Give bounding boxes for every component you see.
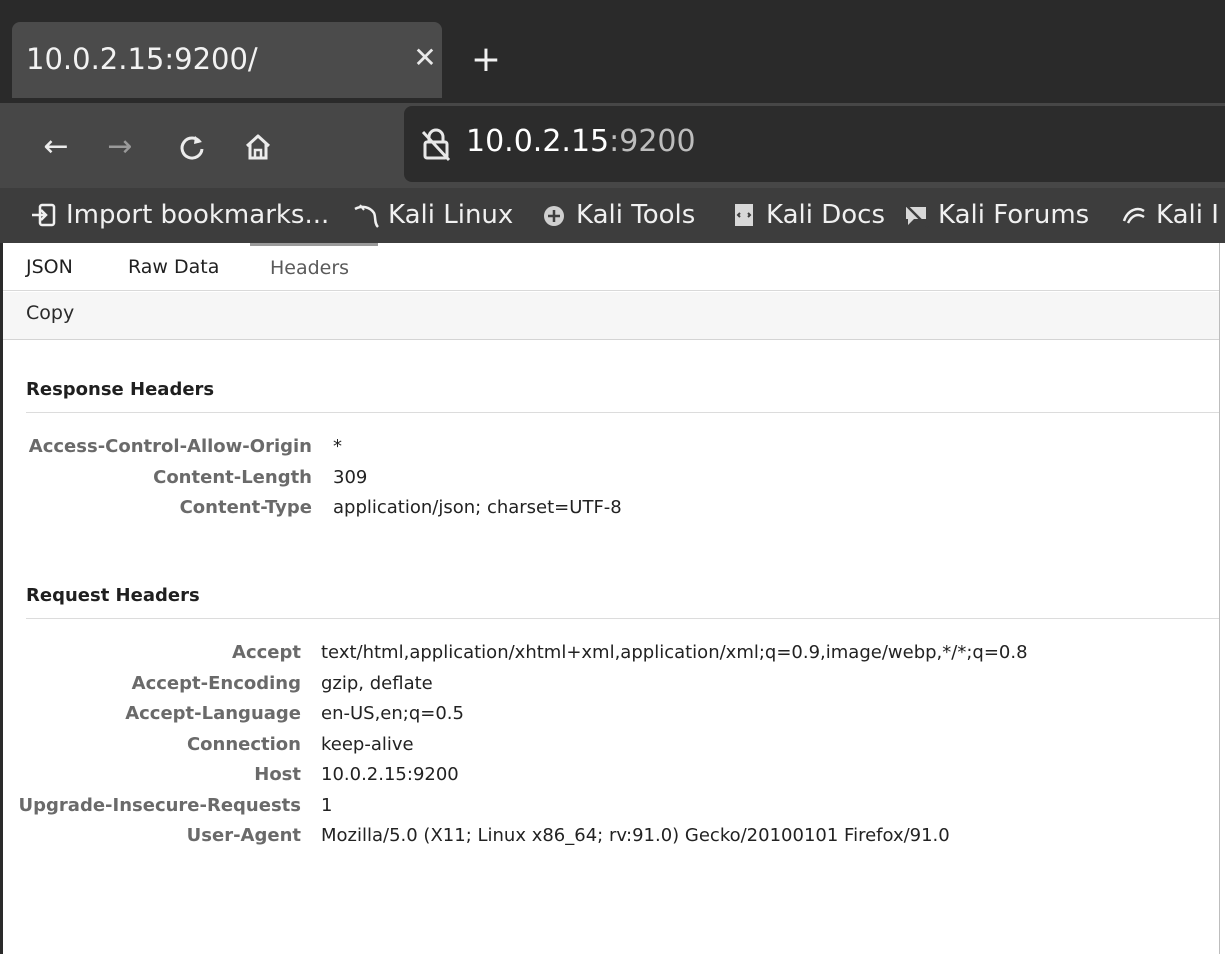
request-headers-title: Request Headers (26, 585, 200, 606)
header-row: Upgrade-Insecure-Requests 1 (0, 795, 1200, 825)
header-name: Connection (186, 733, 301, 755)
bookmark-label: Kali Forums (938, 200, 1090, 230)
header-name: Access-Control-Allow-Origin (28, 436, 312, 457)
header-name: Content-Length (153, 466, 312, 488)
header-value: 309 (333, 466, 368, 488)
header-row: Connection keep-alive (0, 734, 1200, 764)
header-row: Host 10.0.2.15:9200 (0, 764, 1200, 794)
bookmark-label: Import bookmarks... (66, 200, 330, 230)
copy-button[interactable]: Copy (26, 302, 74, 324)
header-row: Access-Control-Allow-Origin * (0, 436, 1200, 466)
bookmarks-toolbar: Import bookmarks... Kali Linux Kali Tool… (0, 188, 1225, 243)
header-name: Accept-Language (125, 703, 301, 724)
tab-title: 10.0.2.15:9200/ (26, 42, 258, 76)
kali-icon (1120, 201, 1148, 229)
arrow-right-icon[interactable]: → (100, 125, 140, 169)
section-divider (26, 412, 1219, 413)
bookmark-import[interactable]: Import bookmarks... (30, 194, 329, 236)
arrow-left-icon[interactable]: ← (36, 125, 76, 169)
header-row: User-Agent Mozilla/5.0 (X11; Linux x86_64… (0, 825, 1200, 855)
bookmark-kali-docs[interactable]: Kali Docs (730, 194, 885, 236)
header-value: gzip, deflate (321, 672, 433, 694)
header-name: Content-Type (179, 497, 312, 518)
viewer-tabs: JSON Raw Data Headers (0, 243, 1219, 291)
url-bar[interactable]: 10.0.2.15:9200 (404, 106, 1225, 182)
bookmark-label: Kali I (1156, 200, 1219, 230)
headers-toolbar: Copy (0, 292, 1219, 340)
bookmark-kali-forums[interactable]: Kali Forums (902, 194, 1089, 236)
header-row: Accept-Language en-US,en;q=0.5 (0, 703, 1200, 733)
import-icon (30, 201, 58, 229)
header-value: en-US,en;q=0.5 (321, 703, 464, 724)
browser-tab[interactable]: 10.0.2.15:9200/ ✕ (12, 22, 442, 98)
tab-headers[interactable]: Headers (250, 243, 378, 290)
plus-icon[interactable]: + (468, 40, 504, 80)
window-edge (1219, 243, 1220, 954)
header-name: Accept (232, 642, 301, 663)
header-row: Accept text/html,application/xhtml+xml,ap… (0, 642, 1200, 672)
header-value: keep-alive (321, 733, 414, 755)
header-value: application/json; charset=UTF-8 (333, 497, 622, 518)
header-name: Host (254, 764, 301, 785)
tab-json[interactable]: JSON (26, 243, 73, 290)
tab-strip: 10.0.2.15:9200/ ✕ + (0, 0, 1225, 103)
header-row: Accept-Encoding gzip, deflate (0, 673, 1200, 703)
url-text[interactable]: 10.0.2.15:9200 (466, 124, 696, 159)
bookmark-kali[interactable]: Kali I (1120, 194, 1219, 236)
header-value: * (333, 436, 342, 457)
section-divider (26, 618, 1219, 619)
home-icon[interactable] (238, 125, 278, 169)
header-row: Content-Length 309 (0, 467, 1200, 497)
header-name: Accept-Encoding (131, 672, 301, 694)
bookmark-label: Kali Linux (388, 200, 514, 230)
headers-panel: Response Headers Access-Control-Allow-Or… (0, 341, 1219, 954)
url-host: 10.0.2.15 (466, 124, 610, 159)
header-value: Mozilla/5.0 (X11; Linux x86_64; rv:91.0)… (321, 825, 950, 846)
kali-dragon-icon (352, 201, 380, 229)
url-port: :9200 (609, 124, 696, 159)
bookmark-label: Kali Tools (576, 200, 696, 230)
bookmark-kali-linux[interactable]: Kali Linux (352, 194, 513, 236)
reload-icon[interactable] (172, 125, 212, 169)
bookmark-kali-tools[interactable]: Kali Tools (540, 194, 695, 236)
header-value: text/html,application/xhtml+xml,applicat… (321, 642, 1028, 663)
kali-tools-icon (540, 201, 568, 229)
response-headers-title: Response Headers (26, 379, 215, 400)
bookmark-label: Kali Docs (766, 200, 886, 230)
close-icon[interactable]: ✕ (410, 38, 440, 78)
insecure-lock-icon[interactable] (420, 128, 452, 162)
header-name: User-Agent (186, 825, 301, 846)
kali-docs-icon (730, 201, 758, 229)
kali-forums-icon (902, 201, 930, 229)
header-row: Content-Type application/json; charset=UT… (0, 497, 1200, 527)
header-value: 1 (321, 794, 333, 816)
window-edge (0, 243, 3, 954)
header-value: 10.0.2.15:9200 (321, 764, 459, 785)
tab-raw-data[interactable]: Raw Data (128, 243, 219, 290)
header-name: Upgrade-Insecure-Requests (18, 794, 301, 816)
navigation-bar: ← → 10.0.2.15:9200 (0, 103, 1225, 188)
